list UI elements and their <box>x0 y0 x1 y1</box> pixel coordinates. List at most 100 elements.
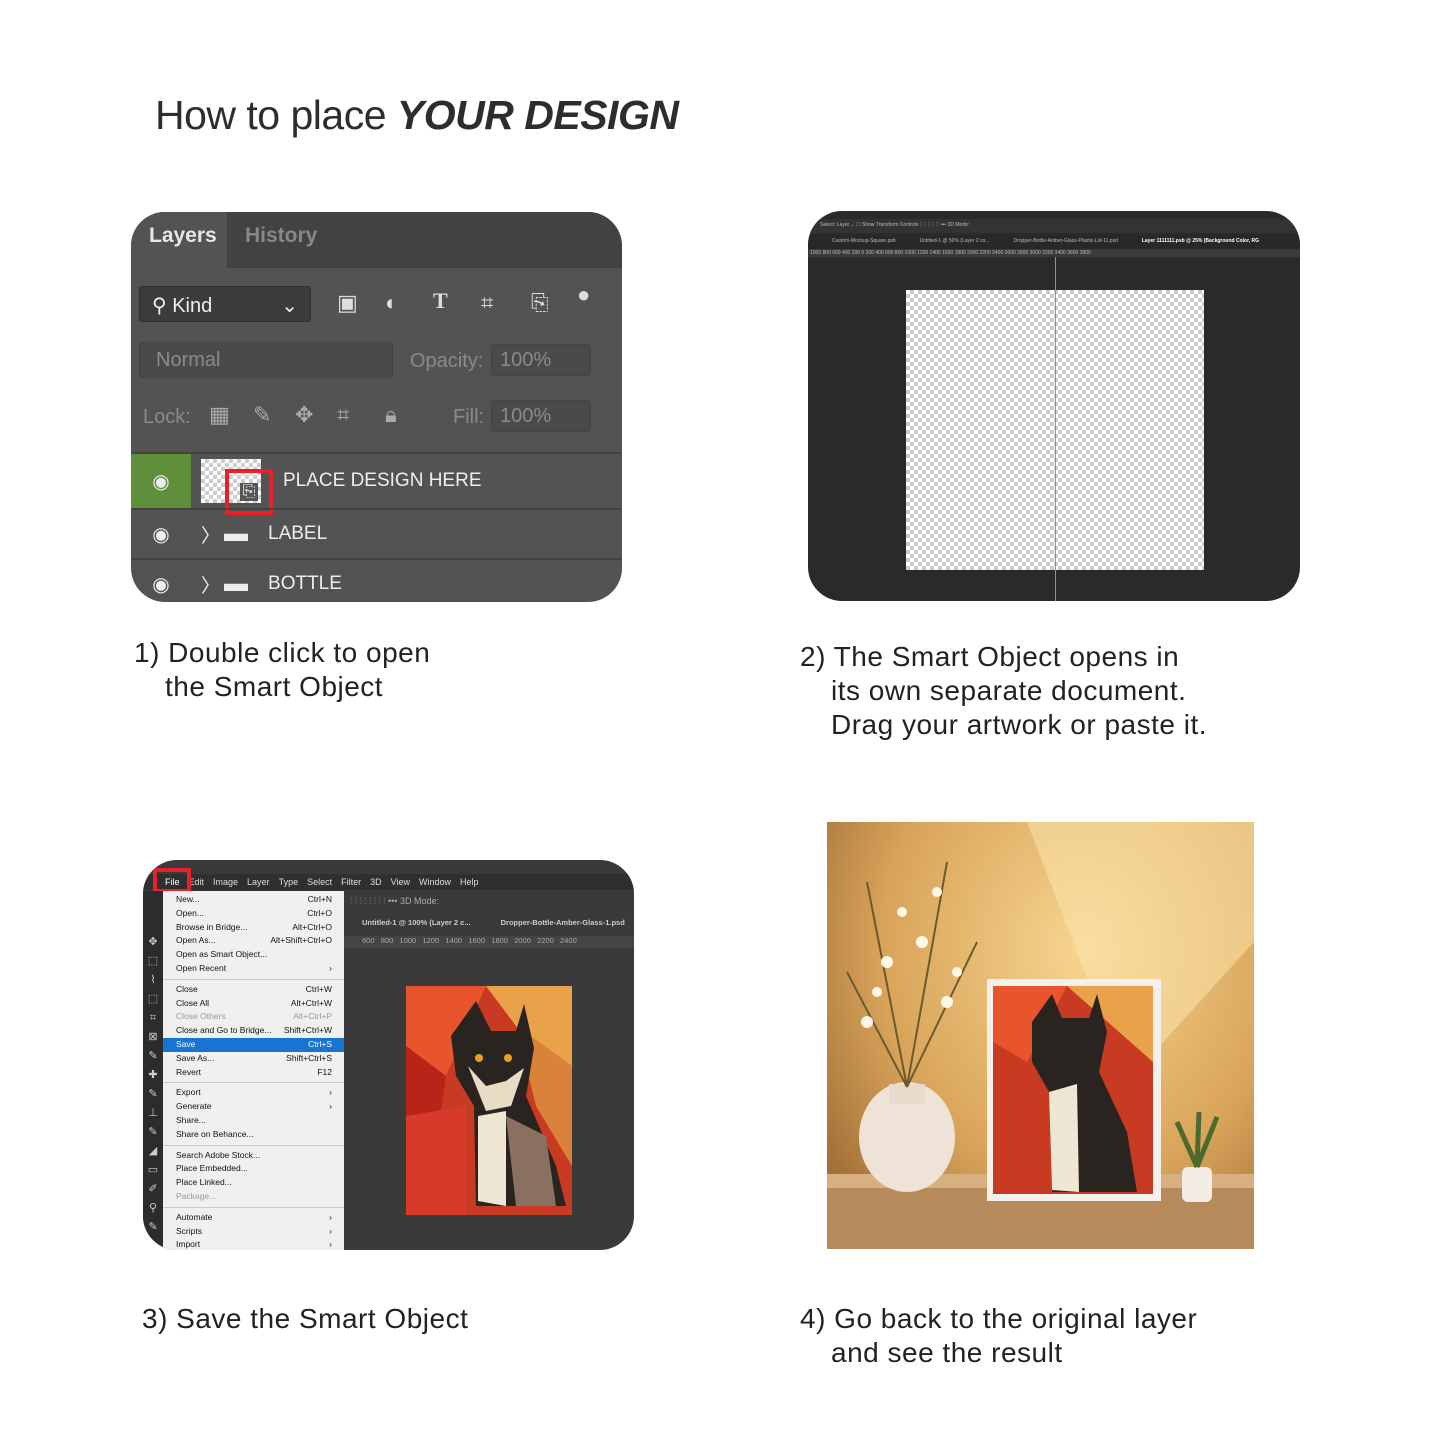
menu-item-close-others[interactable]: Close Others Alt+Ctrl+P <box>163 1010 344 1024</box>
menu-item-shortcut: › <box>329 1225 332 1236</box>
menu-item-label: Package... <box>176 1190 217 1201</box>
menu-item-share[interactable]: Share... <box>163 1114 344 1128</box>
menubar-item-help[interactable]: Help <box>460 874 479 890</box>
menu-item-label: Export <box>176 1087 201 1098</box>
layer-label[interactable]: ◉ 〉 ▬ LABEL <box>131 508 622 558</box>
shape-filter-icon[interactable]: ⌗ <box>481 290 493 316</box>
chevron-right-icon[interactable]: 〉 <box>201 521 220 548</box>
menu-item-browse-in-bridge[interactable]: Browse in Bridge... Alt+Ctrl+O <box>163 921 344 935</box>
doc-tab[interactable]: Untitled-1 @ 100% (Layer 2 c... <box>362 918 471 934</box>
doc-tab[interactable]: Dropper-Bottle-Amber-Glass-Plastic-Lid-1… <box>1013 238 1117 246</box>
menu-item-label: Close and Go to Bridge... <box>176 1025 272 1036</box>
menubar-item-layer[interactable]: Layer <box>247 874 270 890</box>
menu-item-label: Share on Behance... <box>176 1128 254 1139</box>
lock-artboard-icon[interactable]: ⌗ <box>337 402 349 428</box>
layer-place-design-here[interactable]: ◉ ⎘ PLACE DESIGN HERE <box>131 452 622 515</box>
lock-label: Lock: <box>143 406 191 428</box>
guide-line[interactable] <box>1055 257 1056 601</box>
filter-toggle-icon[interactable]: ● <box>577 282 590 308</box>
menu-item-label: Save <box>176 1038 196 1049</box>
lock-move-icon[interactable]: ✥ <box>295 402 313 428</box>
menu-item-place-embedded[interactable]: Place Embedded... <box>163 1162 344 1176</box>
menu-item-label: Automate <box>176 1211 213 1222</box>
tab-history[interactable]: History <box>227 212 323 268</box>
options-bar: Select: Layer ⌄ ☐ Show Transform Control… <box>808 219 1300 233</box>
menu-item-shortcut: › <box>329 1087 332 1098</box>
menu-item-shortcut: Ctrl+O <box>307 907 332 918</box>
chevron-right-icon[interactable]: 〉 <box>201 571 220 598</box>
menu-item-automate[interactable]: Automate › <box>163 1211 344 1225</box>
menu-item-label: Open As... <box>176 935 216 946</box>
menu-item-close-and-go-to-bridge[interactable]: Close and Go to Bridge... Shift+Ctrl+W <box>163 1024 344 1038</box>
adjustment-filter-icon[interactable]: ◐ <box>385 290 398 316</box>
kind-filter[interactable]: ⚲ Kind ⌄ <box>139 286 311 322</box>
lock-all-icon[interactable]: 🔒︎ <box>385 402 397 428</box>
lock-transparent-icon[interactable]: ▦ <box>209 402 230 428</box>
caption-step-4: 4) Go back to the original layer and see … <box>800 1303 1198 1368</box>
menubar-item-view[interactable]: View <box>391 874 410 890</box>
menu-item-package[interactable]: Package... <box>163 1190 344 1204</box>
menu-item-scripts[interactable]: Scripts › <box>163 1225 344 1239</box>
menu-item-shortcut: › <box>329 1101 332 1112</box>
lock-brush-icon[interactable]: ✎ <box>253 402 271 428</box>
smart-object-icon: ⎘ <box>239 483 259 501</box>
menu-item-generate[interactable]: Generate › <box>163 1100 344 1114</box>
menubar-item-select[interactable]: Select <box>307 874 332 890</box>
menu-item-label: Generate <box>176 1101 212 1112</box>
menu-item-export[interactable]: Export › <box>163 1086 344 1100</box>
menu-item-label: Close All <box>176 997 210 1008</box>
menu-item-save-as[interactable]: Save As... Shift+Ctrl+S <box>163 1052 344 1066</box>
image-filter-icon[interactable]: ▣ <box>337 290 358 316</box>
menu-item-label: Open Recent <box>176 962 227 973</box>
search-icon: ⚲ <box>152 295 167 317</box>
file-menu-screenshot: File Edit Image Layer Type Select Filter 3D View… <box>143 860 634 1250</box>
menu-item-share-on-behance[interactable]: Share on Behance... <box>163 1128 344 1142</box>
menu-item-save[interactable]: Save Ctrl+S <box>163 1037 344 1052</box>
menu-item-open-recent[interactable]: Open Recent › <box>163 962 344 976</box>
menubar-item-3d[interactable]: 3D <box>370 874 382 890</box>
menu-item-close[interactable]: Close Ctrl+W <box>163 983 344 997</box>
menu-item-label: Browse in Bridge... <box>176 921 248 932</box>
menu-item-shortcut: Ctrl+N <box>307 894 332 904</box>
type-filter-icon[interactable]: T <box>433 288 448 314</box>
menu-item-place-linked[interactable]: Place Linked... <box>163 1176 344 1190</box>
ruler: 1000 800 600 400 200 0 200 400 600 800 1… <box>808 249 1300 257</box>
opacity-input[interactable]: 100% <box>491 344 591 376</box>
menu-item-shortcut: Shift+Ctrl+S <box>286 1052 332 1063</box>
menu-item-revert[interactable]: Revert F12 <box>163 1066 344 1080</box>
blend-mode-select[interactable]: Normal <box>139 342 393 378</box>
eye-icon[interactable]: ◉ <box>131 454 191 508</box>
menu-item-label: Save As... <box>176 1052 215 1063</box>
fill-input[interactable]: 100% <box>491 400 591 432</box>
menubar-item-window[interactable]: Window <box>419 874 451 890</box>
tab-layers[interactable]: Layers <box>131 212 227 268</box>
menu-item-label: Share... <box>176 1114 206 1125</box>
menu-item-open[interactable]: Open... Ctrl+O <box>163 907 344 921</box>
menu-item-label: New... <box>176 894 200 904</box>
menu-item-label: Open... <box>176 907 204 918</box>
menu-item-open-as-smart-object[interactable]: Open as Smart Object... <box>163 948 344 962</box>
options-bar: ⫶ ⫶ ⫶ ⫶ ⫶ ⫶ ⫶ ⫶ ••• 3D Mode: <box>350 896 439 906</box>
menu-item-close-all[interactable]: Close All Alt+Ctrl+W <box>163 997 344 1011</box>
menubar-item-image[interactable]: Image <box>213 874 238 890</box>
menu-item-shortcut: Alt+Shift+Ctrl+O <box>270 935 332 946</box>
smart-object-filter-icon[interactable]: ⎘ <box>531 290 549 316</box>
doc-tab[interactable]: Untitled-1 @ 50% (Layer 2 co... <box>920 238 990 246</box>
doc-tab[interactable]: Custom-Mockup-Square.psb <box>832 238 896 246</box>
layer-bottle[interactable]: ◉ 〉 ▬ BOTTLE <box>131 558 622 602</box>
doc-tab[interactable]: Dropper-Bottle-Amber-Glass-1.psd <box>501 918 625 934</box>
menu-item-import[interactable]: Import › <box>163 1238 344 1250</box>
eye-icon[interactable]: ◉ <box>131 510 191 558</box>
chevron-down-icon: ⌄ <box>281 295 298 317</box>
layers-panel-screenshot: Layers History ⚲ Kind ⌄ ▣ ◐ T ⌗ ⎘ ● Norma… <box>131 212 622 602</box>
page-title: How to place YOUR DESIGN <box>155 92 679 138</box>
menu-item-new[interactable]: New... Ctrl+N <box>163 893 344 907</box>
menu-separator <box>163 1206 344 1208</box>
eye-icon[interactable]: ◉ <box>131 560 191 602</box>
menubar-item-type[interactable]: Type <box>279 874 299 890</box>
doc-tab-active[interactable]: Layer 1111111.psb @ 25% (Background Colo… <box>1142 238 1259 246</box>
menu-item-search-adobe-stock[interactable]: Search Adobe Stock... <box>163 1149 344 1163</box>
menu-item-shortcut: Alt+Ctrl+O <box>292 921 332 932</box>
menubar-item-filter[interactable]: Filter <box>341 874 361 890</box>
menu-item-open-as[interactable]: Open As... Alt+Shift+Ctrl+O <box>163 934 344 948</box>
